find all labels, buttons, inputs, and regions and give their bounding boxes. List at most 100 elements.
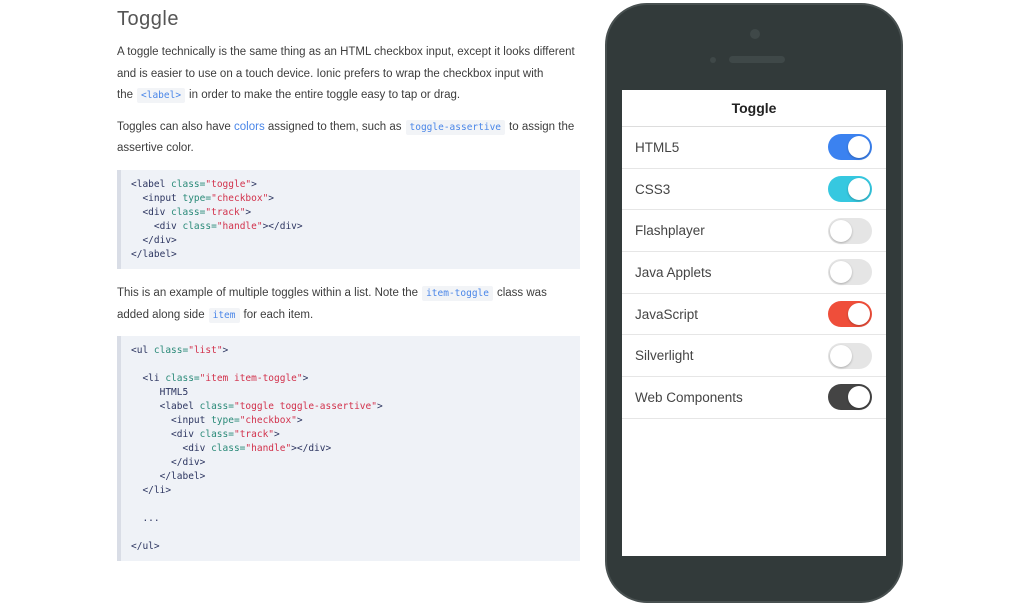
code-token: "checkbox": [211, 192, 269, 204]
code-line: </div>: [131, 234, 570, 248]
toggle-handle[interactable]: [848, 136, 870, 159]
paragraph-intro: A toggle technically is the same thing a…: [117, 42, 580, 107]
code-line: </ul>: [131, 540, 570, 554]
code-line: <div class="handle"></div>: [131, 442, 570, 456]
toggle-list: HTML5 CSS3 Flashplayer Java Applets JavaScri…: [622, 127, 886, 419]
code-token: ...: [131, 513, 160, 525]
code-block-toggle: <label class="toggle"> <input type="chec…: [117, 169, 580, 269]
inline-code: item: [208, 307, 240, 323]
code-token: class=: [182, 220, 217, 232]
code-token: >: [268, 192, 275, 204]
code-token: class=: [171, 178, 206, 190]
code-token: >: [251, 178, 257, 190]
item-label: JavaScript: [635, 306, 699, 322]
text: Toggles can also have: [117, 120, 231, 133]
code-token: <div: [131, 220, 183, 232]
code-token: </label>: [131, 248, 177, 260]
code-line: ...: [131, 512, 570, 526]
item-label: Java Applets: [635, 264, 712, 280]
list-item-toggle[interactable]: JavaScript: [622, 294, 886, 336]
code-token: ></div>: [262, 220, 303, 232]
code-line: <label class="toggle toggle-assertive">: [131, 400, 570, 414]
code-token: "list": [188, 345, 223, 357]
code-token: type=: [182, 192, 212, 204]
toggle-switch[interactable]: [828, 384, 872, 411]
code-line: <div class="track">: [131, 206, 570, 220]
list-item-toggle[interactable]: Java Applets: [622, 252, 886, 294]
code-token: "checkbox": [239, 415, 297, 427]
code-token: "item item-toggle": [199, 373, 303, 385]
code-line: </label>: [131, 248, 570, 262]
toggle-switch[interactable]: [828, 176, 872, 203]
speaker-icon: [729, 56, 785, 63]
text: This is an example of multiple toggles w…: [117, 286, 419, 299]
code-line: <input type="checkbox">: [131, 414, 570, 428]
code-line: <div class="track">: [131, 428, 570, 442]
code-token: ></div>: [291, 443, 332, 455]
text: for each item.: [243, 308, 314, 321]
phone-screen: Toggle HTML5 CSS3 Flashplayer Java Applets J…: [622, 90, 886, 556]
code-line: <input type="checkbox">: [131, 192, 570, 206]
inline-code: item-toggle: [422, 285, 493, 301]
camera-icon: [750, 29, 760, 39]
item-label: Silverlight: [635, 348, 694, 364]
code-line: <ul class="list">: [131, 344, 570, 358]
code-line: <div class="handle"></div>: [131, 220, 570, 234]
code-token: >: [302, 373, 309, 385]
code-token: <label: [131, 401, 200, 413]
sensor-icon: [710, 57, 716, 63]
toggle-handle[interactable]: [830, 344, 852, 367]
toggle-switch[interactable]: [828, 301, 872, 328]
paragraph-list: This is an example of multiple toggles w…: [117, 283, 580, 326]
code-line: </label>: [131, 470, 570, 484]
list-item-toggle[interactable]: HTML5: [622, 127, 886, 169]
code-token: class=: [171, 206, 206, 218]
code-token: class=: [211, 443, 246, 455]
code-token: >: [376, 401, 383, 413]
code-token: </div>: [131, 457, 206, 469]
code-token: <div: [131, 443, 212, 455]
paragraph-colors: Toggles can also have colors assigned to…: [117, 117, 580, 160]
toggle-switch[interactable]: [828, 134, 872, 161]
item-label: Web Components: [635, 389, 743, 405]
colors-link[interactable]: colors: [234, 121, 265, 133]
item-label: Flashplayer: [635, 223, 705, 239]
docs-content: Toggle A toggle technically is the same …: [117, 0, 580, 562]
code-token: <label: [131, 178, 172, 190]
toggle-switch[interactable]: [828, 342, 872, 369]
item-label: CSS3: [635, 181, 671, 197]
toggle-handle[interactable]: [848, 303, 870, 326]
code-line: <li class="item item-toggle">: [131, 372, 570, 386]
code-token: <ul: [131, 345, 154, 357]
code-token: </li>: [131, 485, 172, 497]
toggle-handle[interactable]: [830, 219, 852, 242]
code-token: "track": [205, 206, 246, 218]
code-token: class=: [199, 429, 234, 441]
list-item-toggle[interactable]: Web Components: [622, 377, 886, 419]
list-item-toggle[interactable]: Flashplayer: [622, 210, 886, 253]
code-token: type=: [211, 415, 240, 427]
code-token: <div: [131, 429, 200, 441]
code-token: <input: [131, 415, 212, 427]
code-token: >: [296, 415, 303, 427]
code-line: <label class="toggle">: [131, 178, 570, 192]
code-token: >: [245, 206, 252, 218]
code-token: >: [274, 429, 280, 441]
code-block-list: <ul class="list"> <li class="item item-t…: [117, 336, 580, 562]
list-item-toggle[interactable]: CSS3: [622, 169, 886, 211]
code-token: "track": [233, 429, 275, 441]
toggle-handle[interactable]: [848, 386, 870, 409]
code-token: HTML5: [131, 387, 189, 399]
code-token: class=: [165, 373, 200, 385]
toggle-handle[interactable]: [848, 178, 870, 201]
toggle-switch[interactable]: [828, 259, 872, 286]
code-token: <li: [131, 373, 166, 385]
toggle-handle[interactable]: [830, 261, 852, 284]
list-item-toggle[interactable]: Silverlight: [622, 335, 886, 378]
code-token: <input: [131, 192, 183, 204]
toggle-switch[interactable]: [828, 217, 872, 244]
item-label: HTML5: [635, 139, 680, 155]
code-token: "handle": [216, 220, 263, 232]
